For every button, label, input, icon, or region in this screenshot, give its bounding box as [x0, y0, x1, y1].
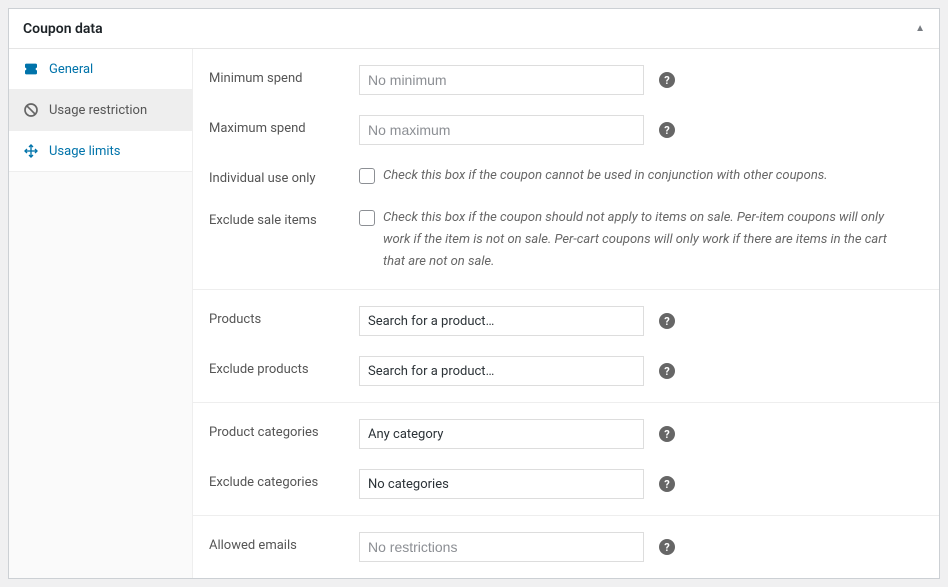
content: Minimum spend ? Maximum spend ? Individu… [193, 49, 939, 578]
row-individual-use: Individual use only Check this box if th… [193, 155, 939, 197]
help-icon[interactable]: ? [659, 72, 675, 88]
panel-header[interactable]: Coupon data ▲ [9, 9, 939, 49]
label-maximum-spend: Maximum spend [209, 115, 359, 136]
label-individual-use: Individual use only [209, 165, 359, 186]
coupon-data-panel: Coupon data ▲ General Usage restriction [8, 8, 940, 579]
label-minimum-spend: Minimum spend [209, 65, 359, 86]
row-products: Products Search for a product… ? [193, 296, 939, 346]
label-allowed-emails: Allowed emails [209, 532, 359, 553]
help-icon[interactable]: ? [659, 426, 675, 442]
sidebar-item-usage-restriction[interactable]: Usage restriction [9, 90, 192, 131]
panel-body: General Usage restriction Usage limits M… [9, 49, 939, 578]
help-icon[interactable]: ? [659, 476, 675, 492]
section-categories: Product categories Any category ? Exclud… [193, 403, 939, 516]
sidebar-item-label: General [49, 62, 93, 77]
ban-icon [23, 102, 39, 118]
panel-title: Coupon data [23, 21, 103, 37]
help-icon[interactable]: ? [659, 363, 675, 379]
section-emails: Allowed emails ? [193, 516, 939, 578]
exclude-categories-select[interactable]: No categories [359, 469, 644, 499]
row-exclude-categories: Exclude categories No categories ? [193, 459, 939, 509]
label-exclude-categories: Exclude categories [209, 469, 359, 490]
sidebar-item-general[interactable]: General [9, 49, 192, 90]
sidebar-item-usage-limits[interactable]: Usage limits [9, 131, 192, 172]
section-spend: Minimum spend ? Maximum spend ? Individu… [193, 49, 939, 290]
row-maximum-spend: Maximum spend ? [193, 105, 939, 155]
maximum-spend-input[interactable] [359, 115, 644, 145]
allowed-emails-input[interactable] [359, 532, 644, 562]
sidebar-item-label: Usage limits [49, 144, 120, 159]
section-products: Products Search for a product… ? Exclude… [193, 290, 939, 403]
individual-use-checkbox[interactable] [359, 168, 375, 184]
label-exclude-products: Exclude products [209, 356, 359, 377]
ticket-icon [23, 61, 39, 77]
help-icon[interactable]: ? [659, 313, 675, 329]
label-exclude-sale: Exclude sale items [209, 207, 359, 228]
collapse-icon: ▲ [915, 23, 925, 34]
products-select[interactable]: Search for a product… [359, 306, 644, 336]
sidebar-item-label: Usage restriction [49, 103, 147, 118]
individual-use-description: Check this box if the coupon cannot be u… [383, 165, 838, 187]
row-allowed-emails: Allowed emails ? [193, 522, 939, 572]
row-exclude-products: Exclude products Search for a product… ? [193, 346, 939, 396]
exclude-sale-checkbox[interactable] [359, 210, 375, 226]
help-icon[interactable]: ? [659, 122, 675, 138]
sidebar: General Usage restriction Usage limits [9, 49, 193, 578]
product-categories-select[interactable]: Any category [359, 419, 644, 449]
label-products: Products [209, 306, 359, 327]
row-exclude-sale: Exclude sale items Check this box if the… [193, 197, 939, 283]
resize-icon [23, 143, 39, 159]
exclude-products-select[interactable]: Search for a product… [359, 356, 644, 386]
minimum-spend-input[interactable] [359, 65, 644, 95]
help-icon[interactable]: ? [659, 539, 675, 555]
exclude-sale-description: Check this box if the coupon should not … [383, 207, 919, 273]
row-product-categories: Product categories Any category ? [193, 409, 939, 459]
row-minimum-spend: Minimum spend ? [193, 55, 939, 105]
label-product-categories: Product categories [209, 419, 359, 440]
